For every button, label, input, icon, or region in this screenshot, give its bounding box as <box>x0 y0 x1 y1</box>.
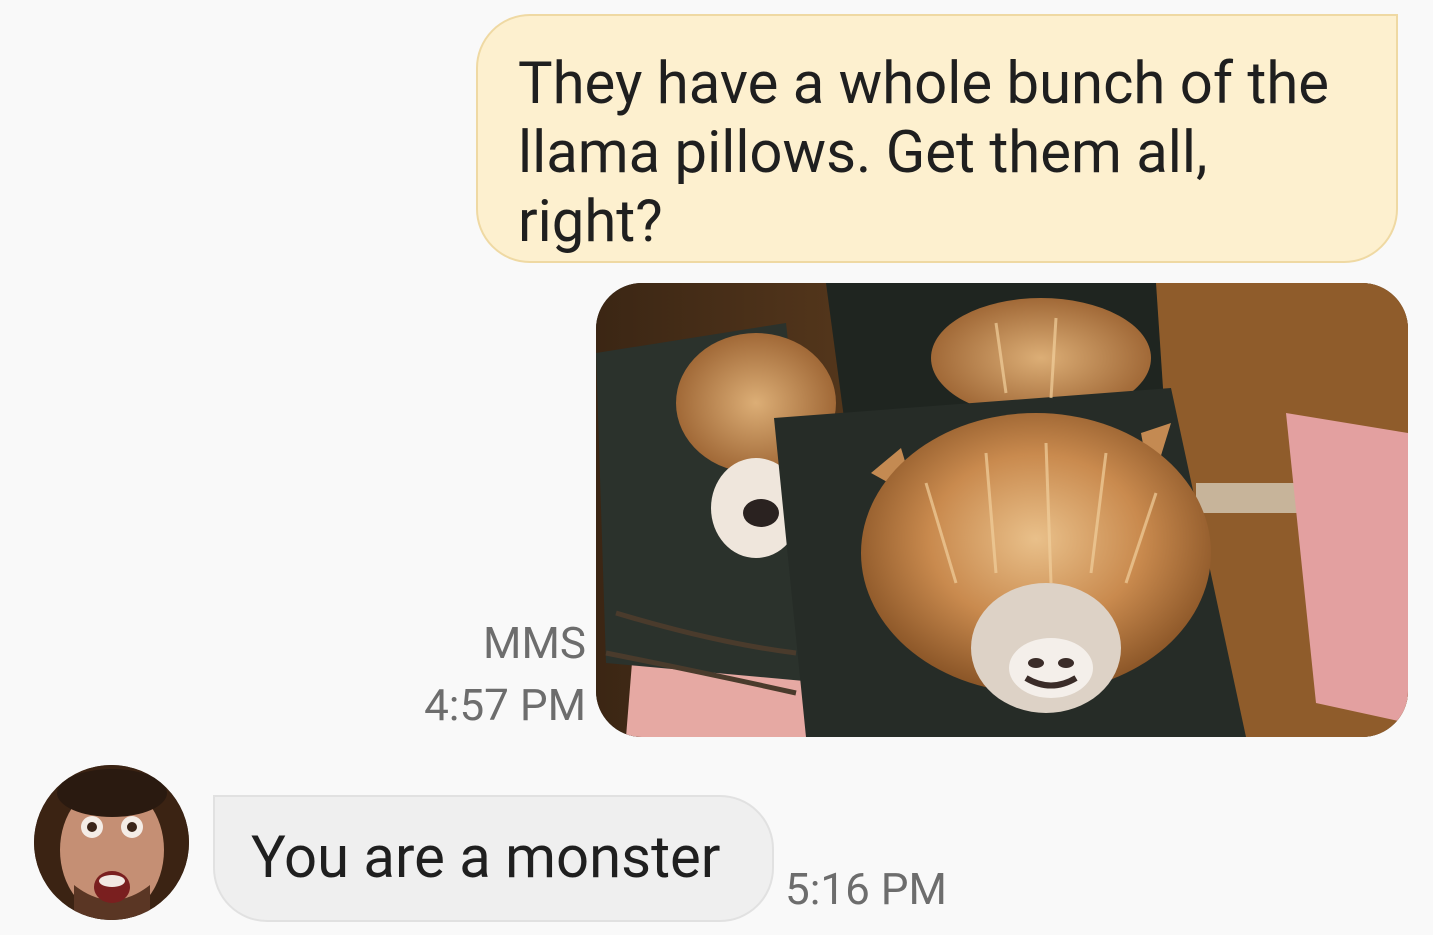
outgoing-message-text: They have a whole bunch of the llama pil… <box>518 50 1330 256</box>
outgoing-timestamp: 4:57 PM <box>424 679 586 731</box>
incoming-message-bubble[interactable]: You are a monster <box>213 795 774 922</box>
llama-pillows-photo <box>596 283 1408 737</box>
outgoing-message-bubble[interactable]: They have a whole bunch of the llama pil… <box>476 14 1398 263</box>
incoming-message-text: You are a monster <box>251 824 721 892</box>
incoming-timestamp: 5:16 PM <box>785 863 947 915</box>
conversation-view: They have a whole bunch of the llama pil… <box>0 0 1433 935</box>
contact-avatar[interactable] <box>34 765 189 920</box>
mms-image[interactable] <box>596 283 1408 737</box>
contact-avatar-photo <box>34 765 189 920</box>
mms-label: MMS <box>483 617 586 669</box>
